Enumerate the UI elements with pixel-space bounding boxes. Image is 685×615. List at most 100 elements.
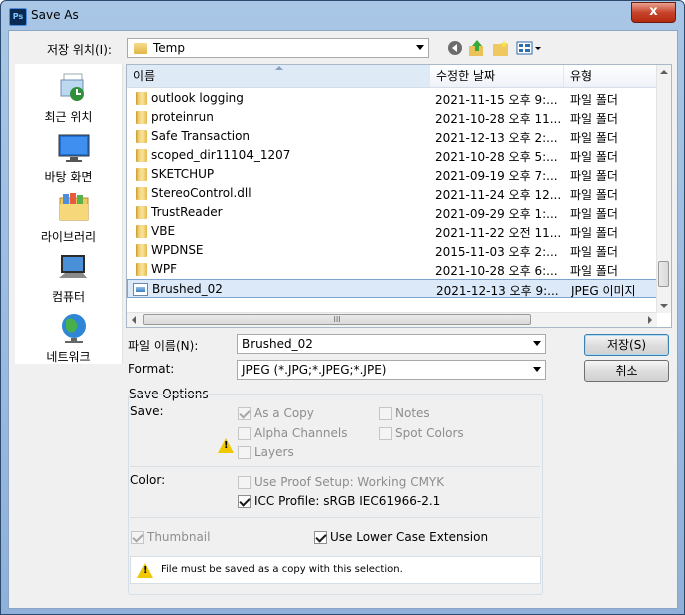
- save-button[interactable]: 저장(S): [584, 334, 669, 356]
- file-name: SKETCHUP: [151, 167, 215, 181]
- alpha-channels-label: Alpha Channels: [254, 426, 348, 440]
- back-button[interactable]: [445, 38, 465, 58]
- title-bar: Ps Save As x: [1, 1, 684, 29]
- layers-checkbox[interactable]: [238, 446, 251, 459]
- save-in-label: 저장 위치(I):: [47, 43, 112, 57]
- recent-places-icon: [60, 73, 84, 101]
- scroll-thumb[interactable]: III: [143, 314, 531, 325]
- computer-icon: [59, 255, 87, 278]
- file-row[interactable]: scoped_dir11104_1207 2021-10-28 오후 5:... 파…: [127, 146, 657, 165]
- back-arrow-icon: [448, 41, 462, 55]
- file-date: 2021-12-13 오후 2:...: [435, 131, 558, 145]
- file-name: VBE: [151, 224, 176, 238]
- new-folder-icon: [493, 40, 508, 56]
- folder-icon: [136, 244, 147, 257]
- warning-message: File must be saved as a copy with this s…: [161, 564, 403, 575]
- folder-icon: [136, 92, 147, 105]
- file-list-header: 이름 수정한 날짜 유형: [127, 65, 657, 88]
- use-proof-setup-checkbox[interactable]: [238, 476, 251, 489]
- vertical-scrollbar[interactable]: [656, 65, 671, 313]
- horizontal-scrollbar[interactable]: III: [127, 312, 657, 327]
- place-label: 최근 위치: [44, 110, 93, 124]
- spot-colors-label: Spot Colors: [395, 426, 464, 440]
- file-date: 2021-12-13 오후 9:...: [436, 284, 559, 298]
- place-label: 컴퓨터: [51, 290, 86, 304]
- warning-icon: !: [218, 438, 234, 453]
- lower-case-extension-checkbox[interactable]: [314, 531, 327, 544]
- file-row[interactable]: WPDNSE 2015-11-03 오후 2:... 파일 폴더: [127, 241, 657, 260]
- file-list[interactable]: 이름 수정한 날짜 유형 outlook logging 2021-11-15 오…: [126, 64, 672, 328]
- file-date: 2021-10-28 오후 5:...: [435, 150, 558, 164]
- file-row[interactable]: proteinrun 2021-10-28 오후 11... 파일 폴더: [127, 108, 657, 127]
- lower-case-extension-label: Use Lower Case Extension: [330, 530, 489, 544]
- file-row[interactable]: outlook logging 2021-11-15 오후 9:... 파일 폴더: [127, 89, 657, 108]
- file-name-value: Brushed_02: [242, 337, 313, 351]
- place-computer[interactable]: 컴퓨터: [15, 248, 122, 306]
- warning-glyph: !: [224, 440, 229, 451]
- file-type: 파일 폴더: [570, 112, 618, 126]
- scroll-left-icon[interactable]: [132, 316, 136, 324]
- dialog-body: 저장 위치(I): Temp 최근 위치 바탕 화면 라이브러리 컴퓨터 네트워…: [8, 30, 678, 609]
- file-type: 파일 폴더: [570, 93, 618, 107]
- file-type: 파일 폴더: [570, 207, 618, 221]
- view-menu-button[interactable]: [515, 38, 543, 58]
- folder-icon: [136, 263, 147, 276]
- place-libraries[interactable]: 라이브러리: [15, 188, 122, 246]
- file-row[interactable]: SKETCHUP 2021-09-19 오후 7:... 파일 폴더: [127, 165, 657, 184]
- file-name: StereoControl.dll: [151, 186, 252, 200]
- file-date: 2021-09-29 오후 1:...: [435, 207, 558, 221]
- file-row[interactable]: TrustReader 2021-09-29 오후 1:... 파일 폴더: [127, 203, 657, 222]
- spot-colors-checkbox[interactable]: [379, 427, 392, 440]
- file-row[interactable]: Safe Transaction 2021-12-13 오후 2:... 파일 폴더: [127, 127, 657, 146]
- save-in-dropdown[interactable]: Temp: [127, 38, 429, 58]
- folder-icon: [136, 111, 147, 124]
- place-label: 라이브러리: [40, 230, 97, 244]
- file-row[interactable]: StereoControl.dll 2021-11-24 오후 12... 파일 폴…: [127, 184, 657, 203]
- up-folder-button[interactable]: [467, 38, 487, 58]
- thumbnail-checkbox[interactable]: [131, 531, 144, 544]
- notes-checkbox[interactable]: [379, 407, 392, 420]
- chevron-down-icon[interactable]: [533, 341, 541, 346]
- format-dropdown[interactable]: JPEG (*.JPG;*.JPEG;*.JPE): [237, 360, 546, 380]
- column-header-date[interactable]: 수정한 날짜: [430, 65, 564, 87]
- cancel-button[interactable]: 취소: [584, 360, 669, 382]
- alpha-channels-checkbox[interactable]: [238, 427, 251, 440]
- layers-label: Layers: [254, 445, 294, 459]
- thumbnail-label: Thumbnail: [147, 530, 211, 544]
- file-date: 2021-11-15 오후 9:...: [435, 93, 558, 107]
- file-type: 파일 폴더: [570, 188, 618, 202]
- file-name: Safe Transaction: [151, 129, 251, 143]
- place-desktop[interactable]: 바탕 화면: [15, 128, 122, 186]
- file-row[interactable]: VBE 2021-11-22 오전 11... 파일 폴더: [127, 222, 657, 241]
- place-network[interactable]: 네트워크: [15, 308, 122, 366]
- window-title: Save As: [31, 8, 79, 22]
- file-name-input[interactable]: Brushed_02: [237, 334, 546, 354]
- close-button[interactable]: x: [631, 2, 676, 23]
- file-type: 파일 폴더: [570, 131, 618, 145]
- save-as-dialog: Ps Save As x 저장 위치(I): Temp 최근 위치 바탕 화면 …: [0, 0, 685, 615]
- scroll-down-icon[interactable]: [660, 304, 668, 308]
- use-proof-setup-label: Use Proof Setup: Working CMYK: [254, 475, 445, 489]
- icc-profile-checkbox[interactable]: [238, 495, 251, 508]
- column-header-type[interactable]: 유형: [564, 65, 657, 87]
- file-row-selected[interactable]: Brushed_02 2021-12-13 오후 9:... JPEG 이미지: [127, 279, 657, 298]
- scroll-right-icon[interactable]: [648, 316, 652, 324]
- new-folder-button[interactable]: [491, 38, 511, 58]
- warning-message-box: ! File must be saved as a copy with this…: [130, 556, 541, 584]
- place-label: 네트워크: [46, 350, 91, 364]
- chevron-down-icon: [416, 45, 424, 50]
- place-recent[interactable]: 최근 위치: [15, 68, 122, 126]
- file-date: 2021-09-19 오후 7:...: [435, 169, 558, 183]
- folder-icon: [136, 206, 147, 219]
- file-name: WPDNSE: [151, 243, 204, 257]
- scroll-thumb[interactable]: [658, 261, 669, 287]
- file-name-label: 파일 이름(N):: [128, 339, 199, 353]
- scroll-up-icon[interactable]: [660, 70, 668, 74]
- file-date: 2021-11-24 오후 12...: [435, 188, 561, 202]
- save-options-group: Save: As a Copy Notes Alpha Channels Spo…: [128, 394, 543, 595]
- file-row[interactable]: WPF 2021-10-28 오후 6:... 파일 폴더: [127, 260, 657, 279]
- as-a-copy-checkbox[interactable]: [238, 407, 251, 420]
- folder-icon: [134, 43, 147, 54]
- network-icon: [62, 314, 86, 343]
- file-name: WPF: [151, 262, 178, 276]
